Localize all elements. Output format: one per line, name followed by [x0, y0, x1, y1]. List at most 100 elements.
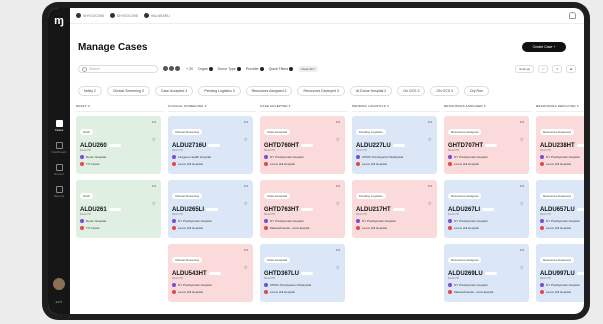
hospital-icon	[540, 226, 544, 230]
case-card[interactable]: Clinical Screening ••• ALDU2716U ☆ Donor HH L…	[168, 116, 253, 174]
more-options-icon[interactable]: •••	[336, 183, 340, 188]
case-card[interactable]: Resources Assigned ••• ALDU267LI ☆ Donor HH N…	[444, 180, 529, 238]
case-card[interactable]: Resources Deployed•••ALDU657LU☆Donor HHN…	[536, 180, 584, 238]
settings-button[interactable]: Settings	[515, 64, 535, 73]
star-icon[interactable]: ☆	[336, 265, 340, 271]
stage-tab[interactable]: Resources Deployed 3	[297, 86, 345, 96]
create-case-button[interactable]: Create Case +	[522, 42, 566, 52]
star-icon[interactable]: ☆	[336, 201, 340, 207]
case-card[interactable]: Case Accepted ••• GHTD367LU ☆ Donor HH UPMC P…	[260, 244, 345, 302]
expand-icon[interactable]: ⤢	[538, 64, 549, 73]
stage-tab[interactable]: On OCS 3	[397, 86, 426, 96]
more-options-icon[interactable]: •••	[520, 119, 524, 124]
logout-button[interactable]: EXIT	[52, 300, 66, 304]
more-options-icon[interactable]: •••	[520, 247, 524, 252]
case-card[interactable]: Resources Deployed•••ALDU238HT☆Donor HHN…	[536, 116, 584, 174]
sidebar-item-cases[interactable]: Cases	[48, 120, 70, 132]
organ-tag	[576, 143, 584, 147]
transplant-center: Lenox Hill Hospital	[356, 226, 433, 230]
donor-type-filter[interactable]: Donor Type	[218, 66, 241, 71]
more-options-icon[interactable]: •••	[336, 247, 340, 252]
stage-tab[interactable]: Case Accepted 4	[154, 86, 194, 96]
user-icon	[143, 13, 149, 18]
stage-tab[interactable]: ON OCS 3	[430, 86, 460, 96]
more-options-icon[interactable]: •••	[428, 183, 432, 188]
board-view-icon[interactable]: ■	[566, 64, 576, 73]
star-icon[interactable]: ☆	[520, 265, 524, 271]
star-icon[interactable]: ☆	[520, 137, 524, 143]
hospital-icon	[172, 155, 176, 159]
sidebar-item-dashboard[interactable]: Dashboard	[48, 142, 70, 154]
star-icon[interactable]: ☆	[152, 137, 156, 143]
more-options-icon[interactable]: •••	[428, 119, 432, 124]
clear-all-button[interactable]: Clear All ×	[298, 65, 318, 72]
donor-hospital: NY Presbyterian Hospital	[540, 219, 584, 223]
more-options-icon[interactable]: •••	[244, 119, 248, 124]
organ-filter[interactable]: Organ	[198, 66, 213, 71]
more-options-icon[interactable]: •••	[244, 247, 248, 252]
star-icon[interactable]: ☆	[244, 265, 248, 271]
case-card[interactable]: Clinical Screening ••• ALDU265LI ☆ Donor HH N…	[168, 180, 253, 238]
top-chip[interactable]: SHYDOC098	[76, 13, 104, 18]
case-card[interactable]: Draft ••• ALDU260 ☆ Donor HH Donor Hospital TX…	[76, 116, 161, 174]
hospital-icon	[540, 155, 544, 159]
star-icon[interactable]: ☆	[428, 137, 432, 143]
case-card[interactable]: Resources Assigned ••• GHTD707HT ☆ Donor HH N…	[444, 116, 529, 174]
hospital-icon	[172, 290, 176, 294]
sidebar-item-donors[interactable]: Donors	[48, 164, 70, 176]
star-icon[interactable]: ☆	[244, 201, 248, 207]
bell-icon[interactable]	[569, 12, 576, 19]
case-card[interactable]: Clinical Screening ••• ALDU543HT ☆ Donor HH N…	[168, 244, 253, 302]
case-card[interactable]: Case Accepted ••• GHTD763HT ☆ Donor HH NY Pre…	[260, 180, 345, 238]
column-header: CASE ACCEPTED 4	[260, 104, 348, 112]
column-header: RESOURCES DEPLOYED 3	[536, 104, 584, 112]
case-subtitle: Donor HH	[80, 213, 92, 216]
stage-tab[interactable]: At Donor Hospital 2	[349, 86, 393, 96]
more-options-icon[interactable]: •••	[244, 183, 248, 188]
search-input[interactable]: Search	[78, 64, 158, 73]
top-chip[interactable]: SHYDOC098	[109, 13, 138, 18]
case-subtitle: Donor HH	[448, 149, 460, 152]
case-subtitle: Donor HH	[80, 149, 92, 152]
hospital-icon	[448, 162, 452, 166]
case-card[interactable]: Case Accepted ••• GHTD760HT ☆ Donor HH NY Pre…	[260, 116, 345, 174]
star-icon[interactable]: ☆	[244, 137, 248, 143]
star-icon[interactable]: ☆	[428, 201, 432, 207]
stage-tab[interactable]: Notify 2	[78, 86, 102, 96]
case-card[interactable]: Pending Logistics ••• ALDU217HT ☆ Donor HH NY…	[352, 180, 437, 238]
more-options-icon[interactable]: •••	[520, 183, 524, 188]
donor-hospital: UPMC Presbyterian Shadyside	[264, 283, 341, 287]
star-icon[interactable]: ☆	[336, 137, 340, 143]
case-card[interactable]: Resources Assigned ••• ALDU269LU ☆ Donor HH N…	[444, 244, 529, 302]
top-chip[interactable]: HALNEARU	[143, 13, 170, 18]
kanban-column: PENDING LOGISTICS 3 Pending Logistics ••• A…	[352, 104, 440, 238]
more-options-icon[interactable]: •••	[152, 183, 156, 188]
case-card[interactable]: Pending Logistics ••• ALDU227LU ☆ Donor HH UP…	[352, 116, 437, 174]
transplant-center: Lenox Hill Hospital	[540, 226, 584, 230]
stage-tab[interactable]: Clinical Screening 3	[106, 86, 150, 96]
stage-tab[interactable]: Dry Run	[464, 86, 489, 96]
list-view-icon[interactable]: ≡	[552, 64, 563, 73]
user-icon	[76, 13, 81, 18]
status-badge: Draft	[80, 193, 93, 199]
hospital-icon	[540, 162, 544, 166]
more-options-icon[interactable]: •••	[152, 119, 156, 124]
assignee-avatars[interactable]	[162, 65, 181, 72]
hospital-icon	[540, 219, 544, 223]
stage-tabs: Notify 2 Clinical Screening 3 Case Accep…	[78, 86, 584, 96]
more-options-icon[interactable]: •••	[336, 119, 340, 124]
provider-filter[interactable]: Provider	[246, 66, 264, 71]
case-card[interactable]: Resources Deployed•••ALDU997LU☆Donor HHN…	[536, 244, 584, 302]
sidebar: ɱ Cases Dashboard Donors Reports EXIT	[48, 8, 70, 314]
hospital-icon	[264, 226, 268, 230]
status-badge: Resources Deployed	[540, 257, 574, 263]
sidebar-item-reports[interactable]: Reports	[48, 186, 70, 198]
star-icon[interactable]: ☆	[520, 201, 524, 207]
case-subtitle: Donor HH	[448, 277, 460, 280]
case-card[interactable]: Draft ••• ALDU261 ☆ Donor HH Donor Hospital TX…	[76, 180, 161, 238]
star-icon[interactable]: ☆	[152, 201, 156, 207]
avatar[interactable]	[53, 278, 65, 290]
stage-tab[interactable]: Pending Logistics 3	[198, 86, 241, 96]
stage-tab[interactable]: Resources Assigned 3	[245, 86, 293, 96]
quick-filters[interactable]: Quick Filters	[269, 66, 294, 71]
